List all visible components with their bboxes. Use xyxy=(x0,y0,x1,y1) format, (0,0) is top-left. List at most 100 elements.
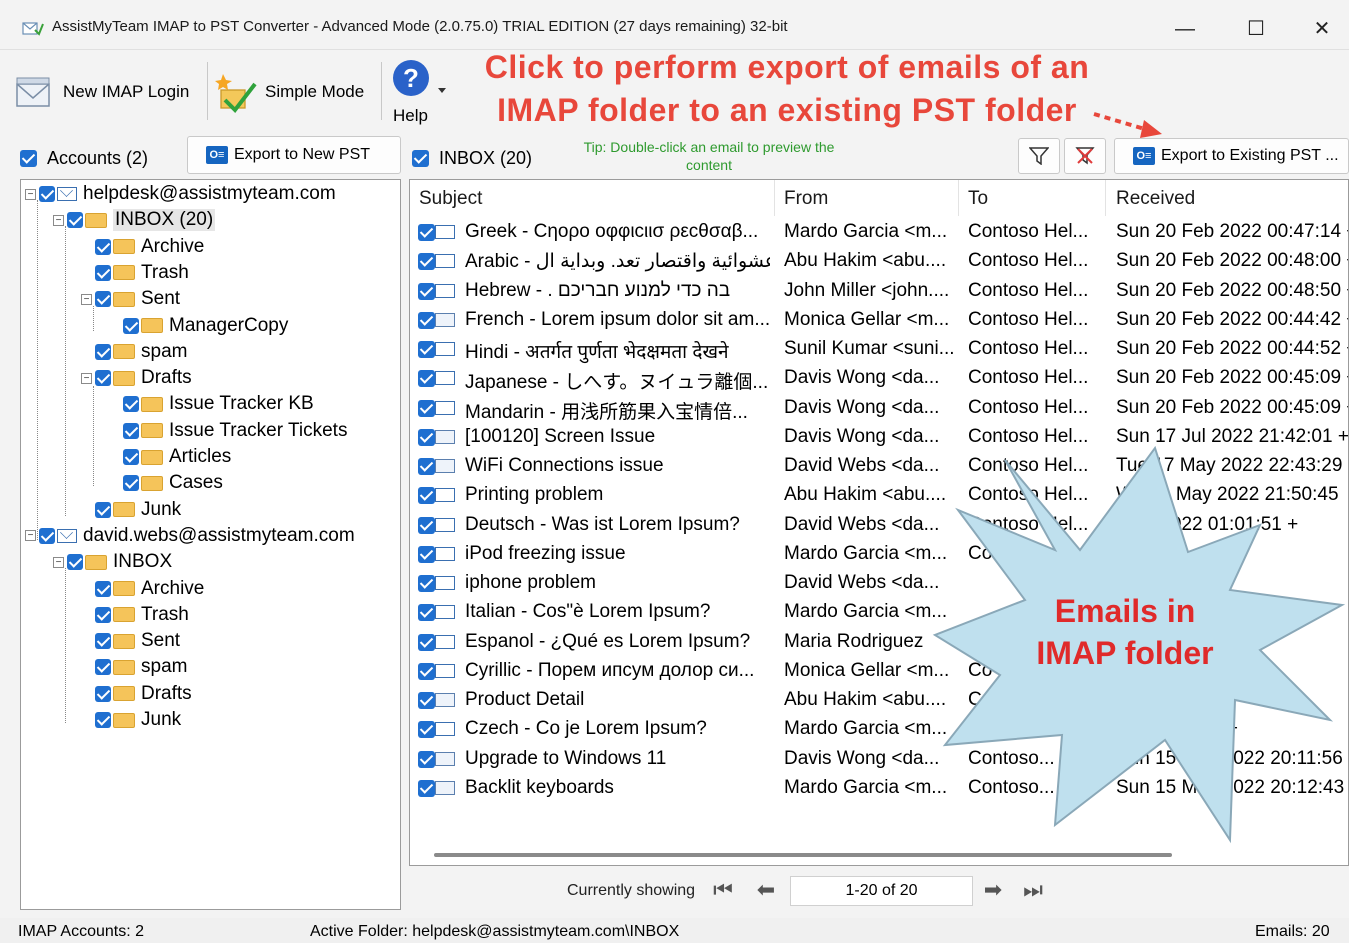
row-checkbox[interactable] xyxy=(418,282,435,300)
collapse-icon[interactable]: − xyxy=(25,530,36,542)
tree-checkbox[interactable] xyxy=(123,475,139,492)
tree-checkbox[interactable] xyxy=(95,343,111,360)
row-checkbox[interactable] xyxy=(418,370,435,388)
collapse-icon[interactable]: − xyxy=(81,372,92,384)
tree-checkbox[interactable] xyxy=(95,606,111,623)
tree-checkbox[interactable] xyxy=(95,633,111,650)
maximize-button[interactable]: ☐ xyxy=(1236,14,1276,44)
tree-checkbox[interactable] xyxy=(123,422,139,439)
tree-checkbox[interactable] xyxy=(95,685,111,702)
tree-checkbox[interactable] xyxy=(123,396,139,413)
first-page-icon[interactable]: ⏮ xyxy=(709,876,737,904)
table-row[interactable]: [100120] Screen Issue Davis Wong <da... Co… xyxy=(410,423,1348,452)
row-checkbox[interactable] xyxy=(418,311,435,329)
table-row[interactable]: WiFi Connections issue David Webs <da... C… xyxy=(410,452,1348,481)
collapse-icon[interactable]: − xyxy=(53,556,64,568)
tree-checkbox[interactable] xyxy=(95,264,111,281)
filter-button[interactable] xyxy=(1018,138,1060,174)
table-row[interactable]: Czech - Co je Lorem Ipsum? Mardo Garcia <… xyxy=(410,715,1348,744)
row-checkbox[interactable] xyxy=(418,428,435,446)
tree-folder[interactable]: Drafts xyxy=(81,681,192,707)
table-row[interactable]: Arabic - عشوائية واقتصار تعد. وبداية ال.… xyxy=(410,247,1348,276)
row-checkbox[interactable] xyxy=(418,779,435,797)
horizontal-scrollbar[interactable] xyxy=(434,853,1172,857)
help-button[interactable]: ? Help xyxy=(388,58,450,128)
tree-folder[interactable]: Sent xyxy=(81,628,180,654)
new-imap-login-button[interactable]: New IMAP Login xyxy=(14,60,189,124)
previous-page-icon[interactable]: ⬅ xyxy=(752,876,780,904)
row-checkbox[interactable] xyxy=(418,545,435,563)
close-button[interactable]: ✕ xyxy=(1302,14,1342,44)
tree-checkbox[interactable] xyxy=(39,186,55,202)
table-row[interactable]: iPod freezing issue Mardo Garcia <m... Co.… xyxy=(410,540,1348,569)
table-row[interactable]: Mandarin - 用浅所筋果入宝情倍... Davis Wong <da...… xyxy=(410,394,1348,423)
row-checkbox[interactable] xyxy=(418,575,435,592)
tree-folder[interactable]: Issue Tracker KB xyxy=(109,391,314,417)
inbox-select-all[interactable]: INBOX (20) xyxy=(412,146,532,170)
table-row[interactable]: Upgrade to Windows 11 Davis Wong <da... Co… xyxy=(410,745,1348,774)
folder-tree[interactable]: − helpdesk@assistmyteam.com − INBOX (20) Arc… xyxy=(20,179,401,910)
accounts-checkbox[interactable] xyxy=(20,149,37,167)
column-from[interactable]: From xyxy=(784,188,828,210)
tree-folder[interactable]: Articles xyxy=(109,444,231,470)
minimize-button[interactable]: — xyxy=(1165,14,1205,44)
table-row[interactable]: Product Detail Abu Hakim <abu.... C ...59:5… xyxy=(410,686,1348,715)
tree-folder[interactable]: Archive xyxy=(81,576,204,602)
row-checkbox[interactable] xyxy=(418,487,435,505)
row-checkbox[interactable] xyxy=(418,692,435,709)
tree-folder[interactable]: Junk xyxy=(81,497,181,523)
last-page-icon[interactable]: ⏭ xyxy=(1019,876,1047,904)
tree-checkbox[interactable] xyxy=(95,501,111,518)
collapse-icon[interactable]: − xyxy=(53,214,64,226)
email-grid[interactable]: Subject From To Received Greek - Cηορο ο… xyxy=(409,179,1349,866)
tree-checkbox[interactable] xyxy=(95,580,111,597)
collapse-icon[interactable]: − xyxy=(25,188,36,200)
inbox-checkbox[interactable] xyxy=(412,149,429,167)
row-checkbox[interactable] xyxy=(418,253,435,271)
tree-checkbox[interactable] xyxy=(95,291,111,308)
row-checkbox[interactable] xyxy=(418,341,435,358)
clear-filter-button[interactable] xyxy=(1064,138,1106,174)
tree-folder[interactable]: Archive xyxy=(81,234,204,260)
row-checkbox[interactable] xyxy=(418,224,435,241)
tree-folder[interactable]: − Sent xyxy=(81,286,180,312)
table-row[interactable]: Japanese - しへす。ヌイュラ離個... Davis Wong <da..… xyxy=(410,364,1348,393)
tree-account[interactable]: − david.webs@assistmyteam.com xyxy=(25,523,355,549)
table-row[interactable]: Greek - Cηορο οφφιcιισ ρεcθσαβ... Mardo G… xyxy=(410,218,1348,247)
tree-checkbox[interactable] xyxy=(67,212,83,229)
tree-checkbox[interactable] xyxy=(123,317,139,334)
table-row[interactable]: Italian - Cos"è Lorem Ipsum? Mardo Garcia… xyxy=(410,598,1348,627)
column-received[interactable]: Received xyxy=(1116,188,1195,210)
row-checkbox[interactable] xyxy=(418,458,435,475)
accounts-select-all[interactable]: Accounts (2) xyxy=(20,146,148,170)
tree-checkbox[interactable] xyxy=(95,659,111,676)
next-page-icon[interactable]: ➡ xyxy=(979,876,1007,904)
table-row[interactable]: Espanol - ¿Qué es Lorem Ipsum? Maria Rodr… xyxy=(410,628,1348,657)
tree-folder[interactable]: Trash xyxy=(81,260,189,286)
table-row[interactable]: Printing problem Abu Hakim <abu.... Contos… xyxy=(410,481,1348,510)
tree-checkbox[interactable] xyxy=(123,449,139,465)
row-checkbox[interactable] xyxy=(418,399,435,417)
tree-checkbox[interactable] xyxy=(95,238,111,255)
tree-checkbox[interactable] xyxy=(67,554,83,571)
tree-folder[interactable]: − INBOX (20) xyxy=(53,207,216,233)
row-checkbox[interactable] xyxy=(418,750,435,768)
table-row[interactable]: Hindi - अतर्गत पुर्णता भेदक्षमता देखने Su… xyxy=(410,335,1348,364)
row-checkbox[interactable] xyxy=(418,662,435,680)
tree-folder[interactable]: ManagerCopy xyxy=(109,313,288,339)
tree-folder[interactable]: Issue Tracker Tickets xyxy=(109,418,347,444)
table-row[interactable]: Hebrew - . בה כדי למנוע חבריכם John Mille… xyxy=(410,277,1348,306)
tree-checkbox[interactable] xyxy=(95,370,111,387)
tree-folder[interactable]: − INBOX xyxy=(53,549,172,575)
row-checkbox[interactable] xyxy=(418,721,435,739)
table-row[interactable]: Backlit keyboards Mardo Garcia <m... Conto… xyxy=(410,774,1348,803)
export-to-existing-pst-button[interactable]: O≡ Export to Existing PST ... xyxy=(1114,138,1349,174)
tree-folder[interactable]: Junk xyxy=(81,707,181,733)
tree-checkbox[interactable] xyxy=(95,712,111,728)
row-checkbox[interactable] xyxy=(418,604,435,622)
tree-folder[interactable]: − Drafts xyxy=(81,365,192,391)
export-to-new-pst-button[interactable]: O≡ Export to New PST xyxy=(187,136,401,174)
table-row[interactable]: Cyrillic - Порем ипсум долор си... Monica… xyxy=(410,657,1348,686)
table-row[interactable]: French - Lorem ipsum dolor sit am... Moni… xyxy=(410,306,1348,335)
tree-folder[interactable]: Cases xyxy=(109,470,223,496)
